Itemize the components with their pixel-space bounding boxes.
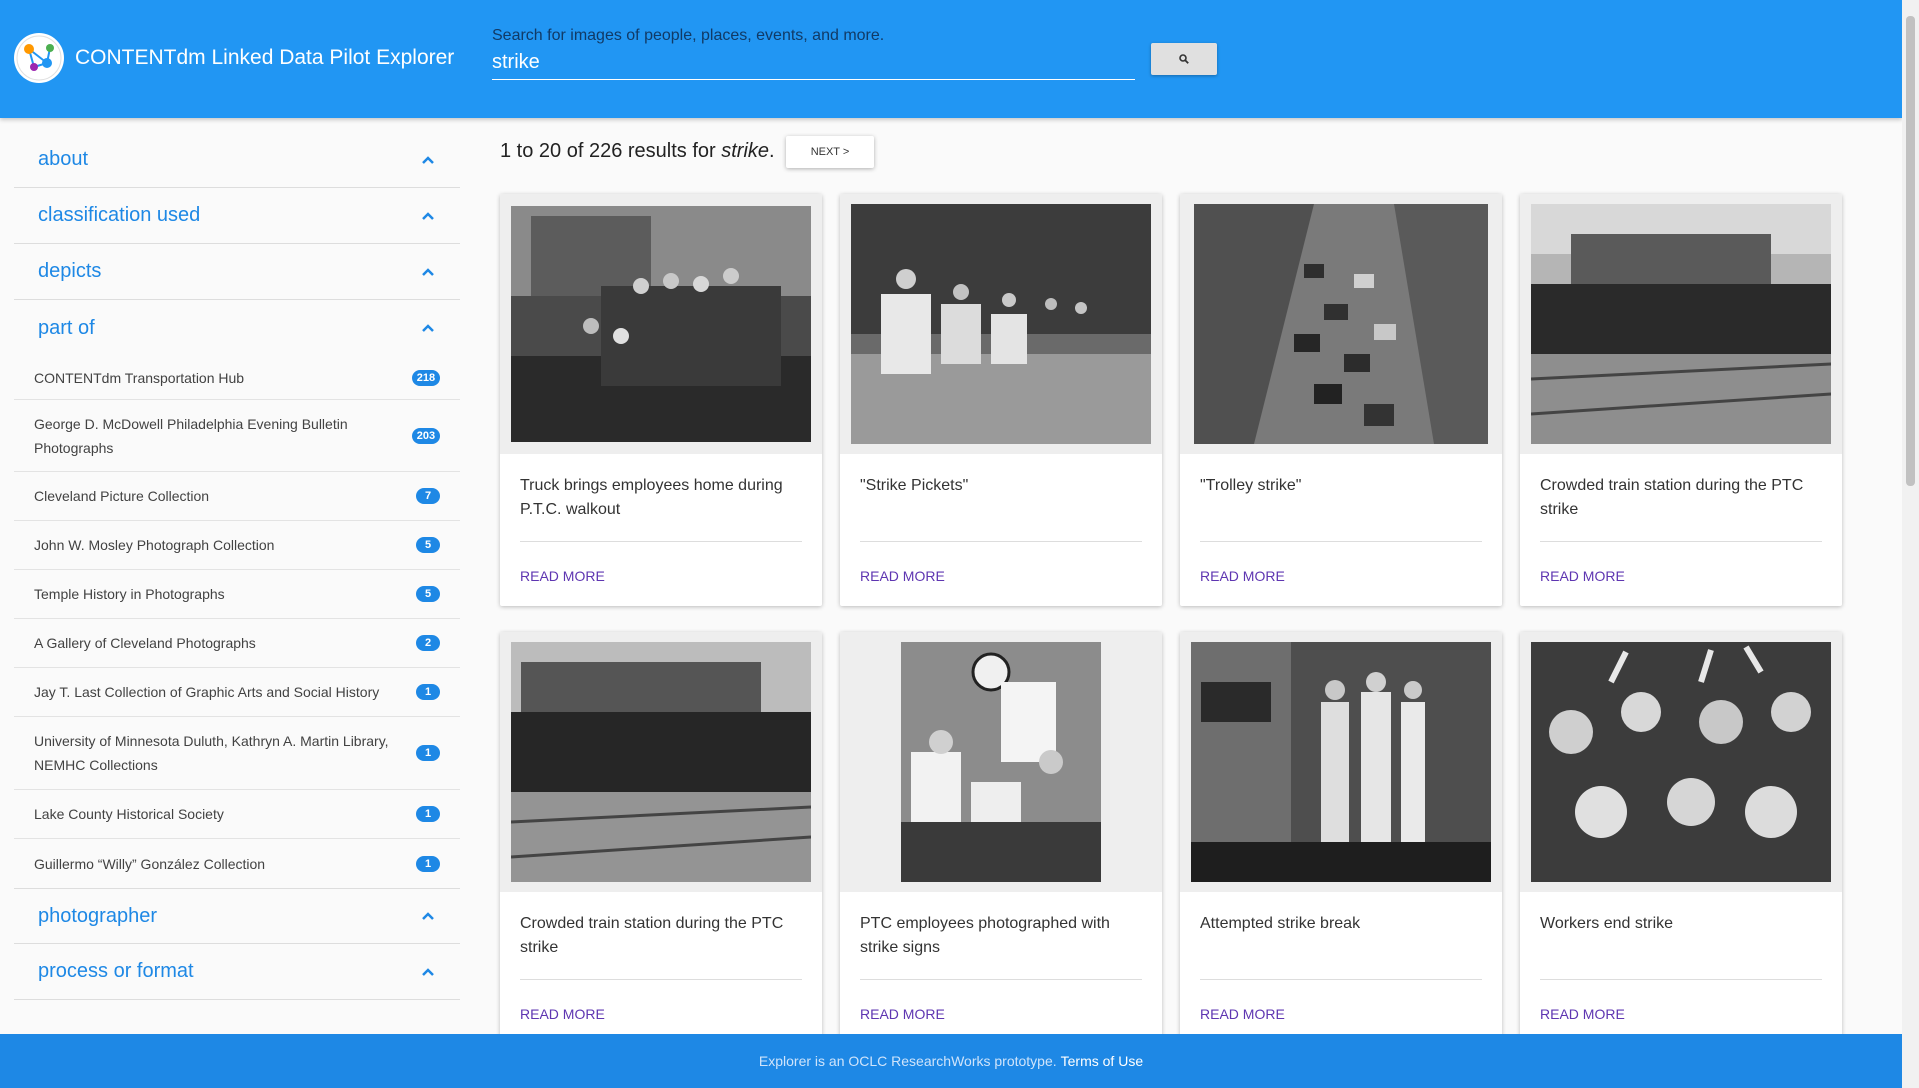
- results-count-text: 1 to 20 of 226 results for: [500, 140, 716, 162]
- result-card: Truck brings employees home during P.T.C…: [500, 194, 822, 606]
- read-more-link[interactable]: READ MORE: [1540, 542, 1822, 606]
- card-title: Crowded train station during the PTC str…: [1540, 474, 1822, 542]
- facet-item[interactable]: CONTENTdm Transportation Hub 218: [14, 356, 460, 400]
- facet-item-label: Jay T. Last Collection of Graphic Arts a…: [34, 684, 380, 700]
- facet-item[interactable]: John W. Mosley Photograph Collection 5: [14, 521, 460, 570]
- result-photo[interactable]: [1520, 632, 1842, 892]
- facet-title: photographer: [38, 904, 157, 927]
- card-title: Crowded train station during the PTC str…: [520, 912, 802, 980]
- facet-item-label: Lake County Historical Society: [34, 806, 224, 822]
- result-card: Crowded train station during the PTC str…: [1520, 194, 1842, 606]
- card-title: Workers end strike: [1540, 912, 1822, 980]
- facet-item-label: A Gallery of Cleveland Photographs: [34, 635, 256, 651]
- search-hint: Search for images of people, places, eve…: [492, 27, 885, 44]
- scrollbar-thumb[interactable]: [1906, 16, 1915, 486]
- terms-of-use-link[interactable]: Terms of Use: [1061, 1053, 1143, 1069]
- facet-classification-used[interactable]: classification used: [14, 188, 460, 244]
- page-footer: Explorer is an OCLC ResearchWorks protot…: [0, 1034, 1902, 1088]
- count-badge: 203: [411, 427, 440, 444]
- facet-item-label: CONTENTdm Transportation Hub: [34, 369, 245, 386]
- next-page-button[interactable]: NEXT >: [786, 136, 874, 168]
- search-input[interactable]: [492, 46, 1135, 80]
- facet-item[interactable]: Jay T. Last Collection of Graphic Arts a…: [14, 668, 460, 717]
- count-badge: 1: [416, 855, 440, 872]
- result-card: "Strike Pickets" READ MORE: [840, 194, 1162, 606]
- app-logo-icon[interactable]: [14, 33, 64, 83]
- read-more-link[interactable]: READ MORE: [860, 542, 1142, 606]
- chevron-up-icon: [422, 912, 434, 920]
- facet-depicts[interactable]: depicts: [14, 244, 460, 300]
- result-card: Workers end strike READ MORE: [1520, 632, 1842, 1044]
- result-photo[interactable]: [500, 194, 822, 454]
- result-photo[interactable]: [500, 632, 822, 892]
- result-card: Attempted strike break READ MORE: [1180, 632, 1502, 1044]
- result-photo[interactable]: [1180, 632, 1502, 892]
- facet-sidebar: about classification used depicts part o…: [14, 132, 460, 1000]
- count-badge: 1: [416, 806, 440, 822]
- chevron-up-icon: [422, 211, 434, 220]
- app-title: CONTENTdm Linked Data Pilot Explorer: [75, 46, 455, 69]
- facet-process-or-format[interactable]: process or format: [14, 944, 460, 1000]
- count-badge: 218: [411, 369, 440, 386]
- count-badge: 1: [416, 684, 440, 700]
- count-badge: 5: [416, 537, 440, 553]
- result-card: Crowded train station during the PTC str…: [500, 632, 822, 1044]
- facet-item[interactable]: George D. McDowell Philadelphia Evening …: [14, 400, 460, 472]
- result-photo[interactable]: [1180, 194, 1502, 454]
- card-title: "Trolley strike": [1200, 474, 1482, 542]
- facet-photographer[interactable]: photographer: [14, 888, 460, 944]
- search-icon: [1179, 54, 1189, 64]
- card-title: Truck brings employees home during P.T.C…: [520, 474, 802, 542]
- facet-item-label: University of Minnesota Duluth, Kathryn …: [34, 733, 389, 773]
- chevron-up-icon: [422, 155, 434, 164]
- facet-part-of[interactable]: part of: [14, 300, 460, 356]
- facet-title: depicts: [38, 260, 102, 282]
- count-badge: 7: [416, 488, 440, 504]
- facet-item-label: George D. McDowell Philadelphia Evening …: [34, 415, 348, 456]
- card-title: Attempted strike break: [1200, 912, 1482, 980]
- results-summary: 1 to 20 of 226 results for strike.: [500, 140, 775, 163]
- read-more-link[interactable]: READ MORE: [1200, 542, 1482, 606]
- facet-item-label: Cleveland Picture Collection: [34, 488, 210, 504]
- page-scrollbar[interactable]: [1902, 0, 1919, 1088]
- chevron-up-icon: [422, 967, 434, 976]
- facet-item[interactable]: Temple History in Photographs 5: [14, 570, 460, 619]
- result-photo[interactable]: [840, 194, 1162, 454]
- results-query: strike: [721, 140, 770, 162]
- facet-title: classification used: [38, 204, 201, 226]
- facet-item-label: John W. Mosley Photograph Collection: [34, 537, 275, 553]
- count-badge: 5: [416, 586, 440, 602]
- count-badge: 1: [416, 745, 440, 761]
- facet-item[interactable]: Guillermo “Willy” González Collection 1: [14, 839, 460, 888]
- facet-about[interactable]: about: [14, 132, 460, 188]
- facet-item[interactable]: University of Minnesota Duluth, Kathryn …: [14, 717, 460, 790]
- facet-item-label: Guillermo “Willy” González Collection: [34, 855, 266, 872]
- facet-title: about: [38, 148, 89, 170]
- result-photo[interactable]: [840, 632, 1162, 892]
- facet-item-label: Temple History in Photographs: [34, 586, 225, 602]
- search-button[interactable]: [1151, 43, 1217, 75]
- app-header: CONTENTdm Linked Data Pilot Explorer Sea…: [0, 0, 1902, 118]
- facet-item[interactable]: Lake County Historical Society 1: [14, 790, 460, 839]
- result-card: "Trolley strike" READ MORE: [1180, 194, 1502, 606]
- card-title: PTC employees photographed with strike s…: [860, 912, 1142, 980]
- read-more-link[interactable]: READ MORE: [520, 542, 802, 606]
- facet-title: process or format: [38, 960, 194, 982]
- result-photo[interactable]: [1520, 194, 1842, 454]
- result-card: PTC employees photographed with strike s…: [840, 632, 1162, 1044]
- chevron-up-icon: [422, 324, 434, 332]
- footer-text: Explorer is an OCLC ResearchWorks protot…: [758, 1053, 1057, 1069]
- chevron-up-icon: [422, 267, 434, 276]
- facet-item[interactable]: Cleveland Picture Collection 7: [14, 472, 460, 521]
- facet-title: part of: [38, 316, 95, 339]
- results-period: .: [769, 140, 775, 162]
- card-title: "Strike Pickets": [860, 474, 1142, 542]
- count-badge: 2: [416, 635, 440, 651]
- facet-item[interactable]: A Gallery of Cleveland Photographs 2: [14, 619, 460, 668]
